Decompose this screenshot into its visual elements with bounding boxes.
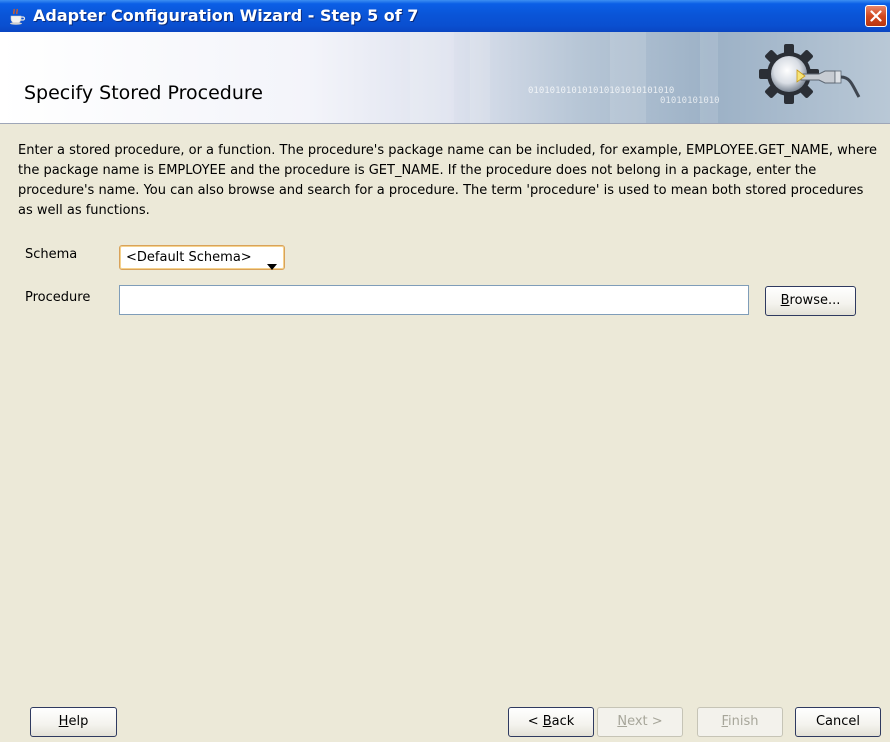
banner-stripe xyxy=(470,32,490,123)
procedure-label: Procedure xyxy=(25,290,91,305)
schema-label: Schema xyxy=(25,247,78,262)
back-button[interactable]: < Back xyxy=(508,707,594,737)
browse-button[interactable]: Browse... xyxy=(765,286,856,316)
wizard-header-banner: Specify Stored Procedure 010101010101010… xyxy=(0,32,890,124)
cancel-button[interactable]: Cancel xyxy=(795,707,881,737)
title-bar[interactable]: Adapter Configuration Wizard - Step 5 of… xyxy=(0,0,890,32)
close-button[interactable] xyxy=(865,5,887,27)
next-button[interactable]: Next > xyxy=(597,707,683,737)
banner-stripe xyxy=(410,32,454,123)
window-title: Adapter Configuration Wizard - Step 5 of… xyxy=(33,6,419,25)
finish-button[interactable]: Finish xyxy=(697,707,783,737)
java-cup-icon xyxy=(8,7,26,25)
procedure-input[interactable] xyxy=(119,285,749,315)
instructions-text: Enter a stored procedure, or a function.… xyxy=(18,143,878,218)
help-button[interactable]: Help xyxy=(30,707,117,737)
schema-value: <Default Schema> xyxy=(126,250,252,265)
wizard-window: Adapter Configuration Wizard - Step 5 of… xyxy=(0,0,890,742)
banner-stripe xyxy=(610,32,646,123)
dropdown-arrow-icon xyxy=(267,255,277,278)
gear-plug-icon xyxy=(753,40,861,110)
banner-stripe xyxy=(700,32,718,123)
binary-decoration: 01010101010 xyxy=(660,96,720,106)
page-title: Specify Stored Procedure xyxy=(24,82,263,104)
binary-decoration: 010101010101010101010101010 xyxy=(528,86,675,96)
schema-dropdown[interactable]: <Default Schema> xyxy=(119,245,285,270)
